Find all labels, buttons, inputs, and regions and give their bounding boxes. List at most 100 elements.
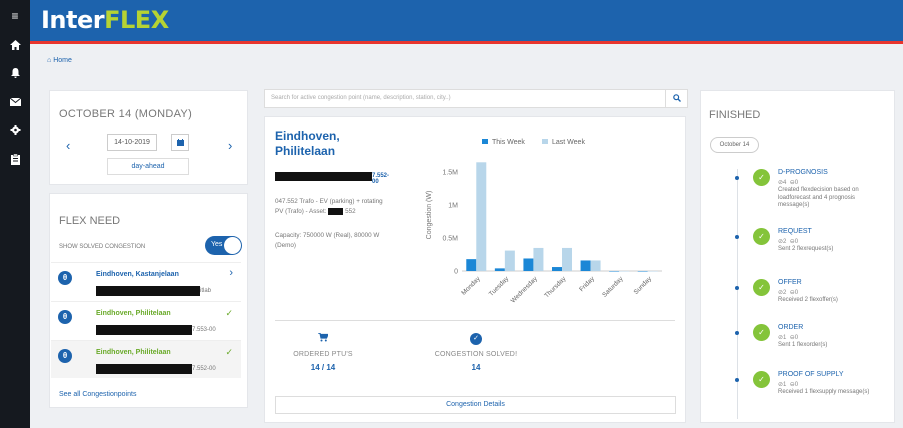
home-icon: ⌂ — [47, 57, 52, 64]
home-icon[interactable] — [0, 40, 30, 53]
chevron-left-icon[interactable]: ‹ — [66, 138, 70, 153]
step-name[interactable]: PROOF OF SUPPLY — [778, 371, 844, 378]
congestion-point-icon: θ — [58, 271, 72, 285]
step-description: Received 1 flexsupply message(s) — [778, 389, 870, 395]
chart-bar — [580, 260, 591, 271]
chart-bar — [476, 162, 487, 271]
breadcrumb: ⌂ Home — [47, 57, 72, 64]
date-title: OCTOBER 14 (MONDAY) — [59, 108, 193, 120]
flex-need-item[interactable]: θ Eindhoven, Philitelaan ✓ 7.552-00 — [51, 340, 241, 378]
day-ahead-button[interactable]: day-ahead — [107, 158, 189, 175]
ordered-ptus-stat: ORDERED PTU'S 14 / 14 — [263, 332, 383, 372]
search-input[interactable]: Search for active congestion point (name… — [271, 95, 451, 101]
step-name[interactable]: ORDER — [778, 324, 803, 331]
step-counts: ⊘2 ⊖0 — [778, 290, 799, 296]
breadcrumb-home-link[interactable]: Home — [53, 57, 72, 64]
x-tick-label: Friday — [578, 275, 596, 293]
y-tick-label: 0 — [454, 269, 458, 276]
check-circle-icon: ✓ — [753, 279, 770, 296]
congestion-point-capacity: Capacity: 750000 W (Real), 80000 W (Demo… — [275, 232, 380, 249]
congestion-solved-stat: ✓ CONGESTION SOLVED! 14 — [434, 333, 518, 372]
step-counts: ⊘1 ⊖0 — [778, 382, 799, 388]
top-bar: InterFLEX — [30, 0, 903, 44]
x-tick-label: Saturday — [601, 275, 625, 299]
gear-icon[interactable] — [0, 125, 30, 138]
check-icon: ✓ — [470, 333, 482, 345]
congestion-point-icon: θ — [58, 310, 72, 324]
legend-label: Last Week — [552, 139, 585, 146]
check-circle-icon: ✓ — [753, 169, 770, 186]
chart-bar — [523, 258, 534, 271]
step-name[interactable]: D-PROGNOSIS — [778, 169, 828, 176]
y-tick-label: 0.5M — [442, 236, 458, 243]
x-tick-label: Wednesday — [510, 275, 540, 305]
cart-icon — [317, 332, 329, 345]
legend-label: This Week — [492, 139, 525, 146]
step-description: Sent 2 flexrequest(s) — [778, 246, 834, 252]
date-filter-button[interactable]: October 14 — [710, 137, 759, 153]
check-icon: ✓ — [225, 308, 233, 318]
chart-bar — [647, 271, 658, 272]
chart-bar — [637, 271, 648, 272]
flex-need-card: FLEX NEED SHOW SOLVED CONGESTION Yes θ E… — [49, 193, 248, 408]
check-circle-icon: ✓ — [753, 324, 770, 341]
see-all-congestionpoints-link[interactable]: See all Congestionpoints — [59, 391, 136, 398]
congestion-details-button[interactable]: Congestion Details — [275, 396, 676, 414]
step-name[interactable]: OFFER — [778, 279, 802, 286]
search-bar: Search for active congestion point (name… — [264, 89, 688, 108]
chart-bar — [590, 260, 601, 271]
y-axis-label: Congestion (W) — [426, 191, 433, 240]
congestion-point-id: 7.552-00 — [275, 172, 395, 185]
bell-icon[interactable] — [0, 68, 30, 81]
x-tick-label: Sunday — [633, 275, 654, 296]
chevron-right-icon[interactable]: › — [228, 138, 232, 153]
mail-icon[interactable] — [0, 97, 30, 109]
calendar-button[interactable] — [171, 134, 189, 151]
step-name[interactable]: REQUEST — [778, 228, 812, 235]
show-solved-label: SHOW SOLVED CONGESTION — [59, 244, 146, 250]
step-description: Received 2 flexoffer(s) — [778, 297, 838, 303]
check-circle-icon: ✓ — [753, 228, 770, 245]
chart-bar — [504, 250, 515, 271]
step-description: Created flexdecision based on loadforeca… — [778, 187, 859, 208]
finished-card: FINISHED October 14 ✓ D-PROGNOSIS ⊘4 ⊖0 Cre… — [700, 90, 895, 423]
y-tick-label: 1M — [448, 203, 458, 210]
flex-need-item[interactable]: θ Eindhoven, Philitelaan ✓ 7.553-00 — [51, 301, 241, 339]
congestion-point-card: Eindhoven, Philitelaan 7.552-00 047.552 … — [264, 116, 686, 423]
menu-icon[interactable]: ≡ — [0, 9, 30, 23]
chart-bar — [533, 247, 544, 271]
clipboard-icon[interactable] — [0, 153, 30, 168]
finished-title: FINISHED — [709, 109, 761, 121]
step-counts: ⊘2 ⊖0 — [778, 239, 799, 245]
date-card: OCTOBER 14 (MONDAY) ‹ 14-10-2019 › day-a… — [49, 90, 248, 185]
x-tick-label: Monday — [460, 275, 482, 297]
app-logo[interactable]: InterFLEX — [41, 6, 169, 34]
sidebar: ≡ — [0, 0, 30, 428]
chart-bar — [494, 268, 505, 271]
congestion-point-title: Eindhoven, Philitelaan — [275, 129, 340, 158]
x-tick-label: Thursday — [543, 275, 568, 300]
flex-need-title: FLEX NEED — [59, 215, 121, 227]
check-circle-icon: ✓ — [753, 371, 770, 388]
congestion-chart: This Week Last Week 0 0.5M 1M 1.5M Congestion … — [426, 139, 662, 305]
x-tick-label: Tuesday — [488, 275, 511, 298]
y-tick-label: 1.5M — [442, 170, 458, 177]
chart-bar — [562, 247, 572, 271]
chart-bar — [552, 267, 562, 271]
calendar-icon — [176, 139, 184, 146]
date-input[interactable]: 14-10-2019 — [107, 134, 157, 151]
chevron-right-icon: › — [229, 267, 233, 279]
check-icon: ✓ — [225, 347, 233, 357]
congestion-point-description: 047.552 Trafo - EV (parking) + rotating … — [275, 198, 383, 215]
chart-bar — [609, 271, 620, 272]
congestion-point-icon: θ — [58, 349, 72, 363]
chart-bar — [466, 259, 477, 271]
legend-swatch — [542, 139, 548, 144]
step-counts: ⊘4 ⊖0 — [778, 180, 799, 186]
step-description: Sent 1 flexorder(s) — [778, 342, 828, 348]
legend-swatch — [482, 139, 488, 144]
search-icon[interactable] — [665, 90, 687, 107]
show-solved-toggle[interactable]: Yes — [205, 236, 242, 255]
flex-need-item[interactable]: θ Eindhoven, Kastanjelaan › itlab — [51, 262, 241, 300]
step-counts: ⊘1 ⊖0 — [778, 335, 799, 341]
